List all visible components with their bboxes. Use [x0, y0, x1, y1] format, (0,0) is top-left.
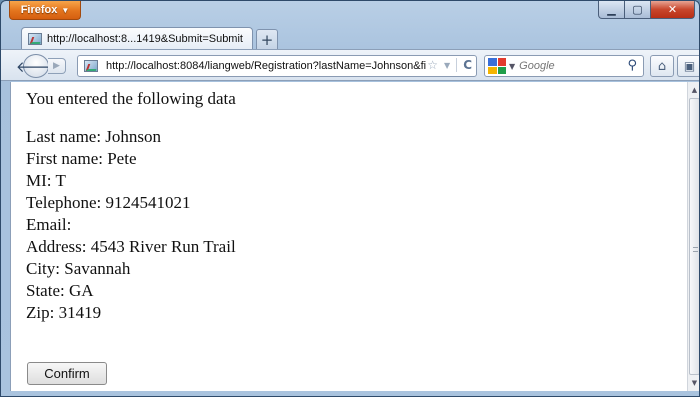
registration-summary: You entered the following data Last name… [26, 88, 236, 324]
search-input[interactable] [519, 60, 608, 72]
reload-icon[interactable]: C [463, 58, 472, 72]
page-content: You entered the following data Last name… [10, 82, 687, 391]
firefox-menu-label: Firefox [20, 4, 58, 16]
back-arrow-icon[interactable]: 🡐 [16, 54, 56, 78]
forward-arrow-icon[interactable]: ▶ [48, 58, 66, 74]
maximize-icon[interactable]: ▢ [625, 1, 651, 19]
vertical-scrollbar[interactable]: ▲ ▼ [687, 82, 699, 391]
field-first-name: First name: Pete [26, 149, 137, 168]
firefox-menu-button[interactable]: Firefox ▼ [9, 1, 81, 20]
url-bar[interactable]: ☆ ▼ C [77, 55, 477, 77]
page-favicon-icon [28, 32, 42, 45]
field-telephone: Telephone: 9124541021 [26, 193, 191, 212]
title-bar: Firefox ▼ ▁ ▢ ✕ [1, 1, 699, 25]
minimize-icon[interactable]: ▁ [598, 1, 625, 19]
field-last-name: Last name: Johnson [26, 127, 162, 146]
field-city: City: Savannah [26, 259, 131, 278]
scroll-down-icon[interactable]: ▼ [688, 375, 699, 391]
scroll-up-icon[interactable]: ▲ [688, 82, 699, 98]
new-tab-button[interactable]: + [256, 29, 278, 49]
close-icon[interactable]: ✕ [651, 1, 695, 19]
dropdown-arrow-icon: ▼ [61, 5, 70, 15]
search-bar[interactable]: ▼ ⚲ [484, 55, 644, 77]
scrollbar-thumb[interactable] [689, 98, 699, 375]
tab-registration[interactable]: http://localhost:8...1419&Submit=Submit [21, 27, 253, 49]
browser-window: Firefox ▼ ▁ ▢ ✕ http://localhost:8...141… [0, 0, 700, 397]
window-controls: ▁ ▢ ✕ [598, 1, 695, 19]
field-state: State: GA [26, 281, 94, 300]
search-magnifier-icon[interactable]: ⚲ [627, 58, 637, 73]
search-engine-dropdown-icon[interactable]: ▼ [509, 62, 515, 71]
confirm-button[interactable]: Confirm [27, 362, 107, 385]
field-address: Address: 4543 River Run Trail [26, 237, 236, 256]
plus-icon: + [260, 30, 274, 49]
field-email: Email: [26, 215, 72, 234]
navigation-toolbar: 🡐 ▶ ☆ ▼ C ▼ ⚲ ⌂ ▣ [1, 49, 699, 81]
page-heading: You entered the following data [26, 89, 236, 108]
url-tools: ☆ ▼ C [427, 58, 472, 72]
scrollbar-grip [693, 247, 698, 252]
url-input[interactable] [106, 60, 426, 72]
bookmark-star-icon[interactable]: ☆ [427, 58, 438, 72]
home-icon[interactable]: ⌂ [650, 55, 674, 77]
history-dropdown-icon[interactable]: ▼ [444, 61, 450, 70]
google-icon[interactable] [488, 58, 506, 74]
tab-strip: http://localhost:8...1419&Submit=Submit … [1, 25, 699, 49]
page-favicon-icon [84, 60, 98, 72]
field-zip: Zip: 31419 [26, 303, 102, 322]
field-mi: MI: T [26, 171, 66, 190]
tab-title: http://localhost:8...1419&Submit=Submit [47, 32, 243, 45]
url-divider [456, 58, 458, 72]
bookmarks-icon[interactable]: ▣ [677, 55, 699, 77]
